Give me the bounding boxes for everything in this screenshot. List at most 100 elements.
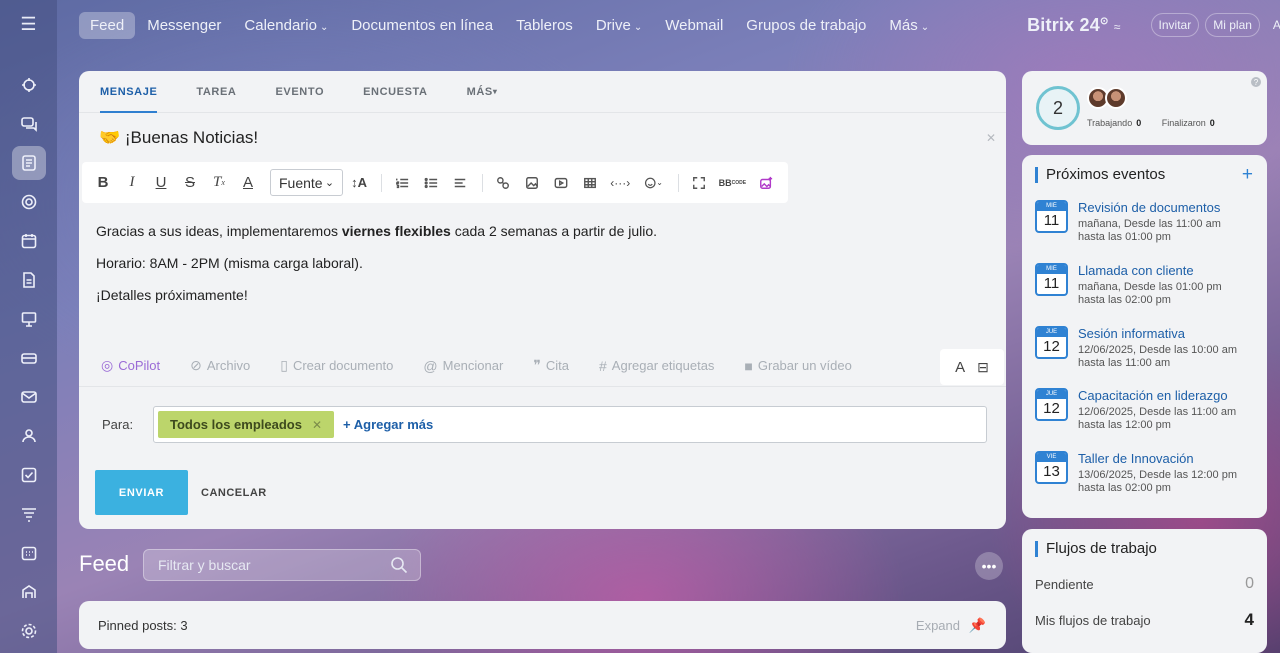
bold-icon[interactable]: B — [96, 174, 110, 191]
camera-icon: ■ — [744, 357, 753, 374]
code-icon[interactable]: ‹···› — [610, 176, 630, 190]
ai-image-icon[interactable] — [759, 175, 773, 191]
remove-recipient-icon[interactable]: ✕ — [312, 418, 322, 432]
messenger-icon[interactable] — [12, 107, 46, 141]
post-title-input[interactable]: 🤝 ¡Buenas Noticias! ✕ — [79, 113, 1006, 163]
help-button[interactable]: Ayuda — [1266, 14, 1280, 36]
search-icon[interactable] — [390, 556, 408, 574]
nav-item-label: Messenger — [147, 16, 222, 34]
add-more-recipients-link[interactable]: + Agregar más — [343, 417, 433, 432]
add-event-icon[interactable]: + — [1242, 164, 1253, 186]
recipient-chip[interactable]: Todos los empleados ✕ — [158, 411, 335, 438]
feed-more-icon[interactable]: ••• — [975, 552, 1003, 580]
my-workflows-row[interactable]: Mis flujos de trabajo 4 — [1035, 610, 1254, 630]
nav-item-label: Drive — [595, 16, 631, 34]
nav-item-2[interactable]: Calendario ⌄ — [233, 12, 339, 39]
video-icon[interactable] — [554, 175, 568, 191]
event-title[interactable]: Llamada con cliente — [1078, 263, 1258, 279]
font-select[interactable]: Fuente ⌄ — [270, 169, 344, 196]
upcoming-events-card: Próximos eventos + MIÉ 11 Revisión de docu… — [1022, 155, 1267, 518]
add-tags-button[interactable]: # Agregar etiquetas — [599, 358, 714, 374]
image-icon[interactable] — [525, 175, 539, 191]
event-item[interactable]: JUE 12 Sesión informativa 12/06/2025, Desde… — [1035, 326, 1258, 370]
drive-icon[interactable] — [12, 341, 46, 375]
event-title[interactable]: Taller de Innovación — [1078, 451, 1258, 467]
recipients-field[interactable]: Todos los empleados ✕ + Agregar más — [153, 406, 987, 443]
avatar[interactable] — [1105, 87, 1127, 109]
message-editor[interactable]: Gracias a sus ideas, implementaremos vie… — [96, 223, 657, 319]
composer-tab-4[interactable]: MÁS ▾ — [467, 71, 498, 113]
clear-title-icon[interactable]: ✕ — [986, 131, 996, 145]
nav-item-5[interactable]: Drive ⌄ — [585, 12, 653, 39]
nav-item-7[interactable]: Grupos de trabajo — [735, 12, 877, 39]
feed-icon[interactable] — [11, 146, 46, 180]
mail-icon[interactable] — [12, 380, 46, 414]
composer-tab-0[interactable]: MENSAJE — [100, 71, 158, 113]
my-plan-button[interactable]: Mi plan — [1205, 13, 1260, 37]
text-format-icon[interactable]: A — [955, 359, 965, 376]
text-color-icon[interactable]: A — [241, 174, 255, 191]
nav-item-4[interactable]: Tableros — [505, 12, 584, 39]
underline-icon[interactable]: U — [154, 174, 168, 191]
event-title[interactable]: Sesión informativa — [1078, 326, 1258, 342]
link-icon[interactable] — [496, 175, 510, 191]
fullscreen-icon[interactable] — [692, 175, 706, 191]
copilot-button[interactable]: ◎ CoPilot — [101, 357, 160, 374]
clear-format-icon[interactable]: Tx — [212, 174, 226, 191]
create-document-button[interactable]: ▯ Crear documento — [280, 357, 393, 374]
invite-button[interactable]: Invitar — [1150, 13, 1200, 37]
composer-tab-1[interactable]: TAREA — [196, 71, 236, 113]
feed-search-input[interactable]: Filtrar y buscar — [143, 549, 421, 581]
table-icon[interactable] — [583, 175, 597, 191]
italic-icon[interactable]: I — [125, 174, 139, 191]
send-button[interactable]: ENVIAR — [95, 470, 188, 515]
nav-item-0[interactable]: Feed — [79, 11, 136, 39]
nav-item-3[interactable]: Documentos en línea — [340, 12, 504, 39]
nav-item-1[interactable]: Messenger — [136, 12, 232, 39]
boards-icon[interactable] — [12, 302, 46, 336]
help-icon[interactable]: ? — [1251, 77, 1261, 87]
planner-icon[interactable] — [12, 536, 46, 570]
recipients-label: Para: — [102, 417, 134, 432]
strikethrough-icon[interactable]: S — [183, 174, 197, 191]
bbcode-icon[interactable]: BB CODE — [719, 178, 746, 187]
worktime-count[interactable]: 2 — [1036, 86, 1080, 130]
attach-file-button[interactable]: ⊘ Archivo — [190, 357, 250, 374]
event-title[interactable]: Capacitación en liderazgo — [1078, 388, 1258, 404]
mention-button[interactable]: @ Mencionar — [423, 358, 503, 374]
panel-toggle-icon[interactable]: ⊟ — [977, 359, 989, 376]
event-title[interactable]: Revisión de documentos — [1078, 200, 1258, 216]
record-video-button[interactable]: ■ Grabar un vídeo — [744, 358, 851, 374]
bullet-list-icon[interactable] — [424, 175, 438, 191]
brand-logo[interactable]: Bitrix 24⊙ ≈ — [1027, 15, 1120, 36]
workgroups-icon[interactable] — [12, 419, 46, 453]
expand-link[interactable]: Expand — [916, 618, 960, 633]
composer-tab-3[interactable]: ENCUESTA — [363, 71, 428, 113]
event-item[interactable]: VIE 13 Taller de Innovación 13/06/2025, Des… — [1035, 451, 1258, 495]
align-icon[interactable] — [453, 175, 467, 191]
crm-filter-icon[interactable] — [12, 497, 46, 531]
event-item[interactable]: JUE 12 Capacitación en liderazgo 12/06/2025… — [1035, 388, 1258, 432]
quote-button[interactable]: ❞ Cita — [533, 357, 569, 374]
pending-workflows-row[interactable]: Pendiente 0 — [1035, 575, 1254, 593]
tasks-icon[interactable] — [12, 458, 46, 492]
emoji-icon[interactable]: ⌄ — [644, 175, 663, 191]
store-icon[interactable] — [12, 575, 46, 609]
documents-icon[interactable] — [12, 263, 46, 297]
nav-item-8[interactable]: Más ⌄ — [878, 12, 940, 39]
pinned-posts-bar[interactable]: Pinned posts: 3 Expand 📌 — [79, 601, 1006, 649]
nav-item-6[interactable]: Webmail — [654, 12, 734, 39]
cancel-button[interactable]: CANCELAR — [201, 487, 267, 499]
pin-icon[interactable]: 📌 — [969, 617, 986, 634]
event-item[interactable]: MIÉ 11 Llamada con cliente mañana, Desde la… — [1035, 263, 1258, 307]
calendar-icon[interactable] — [12, 224, 46, 258]
font-size-icon[interactable]: ↕A — [351, 175, 367, 190]
message-line: Horario: 8AM - 2PM (misma carga laboral)… — [96, 255, 363, 271]
hamburger-menu-icon[interactable]: ☰ — [20, 14, 36, 38]
numbered-list-icon[interactable] — [395, 175, 409, 191]
collab-icon[interactable] — [12, 185, 46, 219]
composer-tab-2[interactable]: EVENTO — [275, 71, 324, 113]
settings-gear-icon[interactable] — [12, 614, 46, 648]
event-item[interactable]: MIÉ 11 Revisión de documentos mañana, Desde… — [1035, 200, 1258, 244]
copilot-icon[interactable] — [12, 68, 46, 102]
